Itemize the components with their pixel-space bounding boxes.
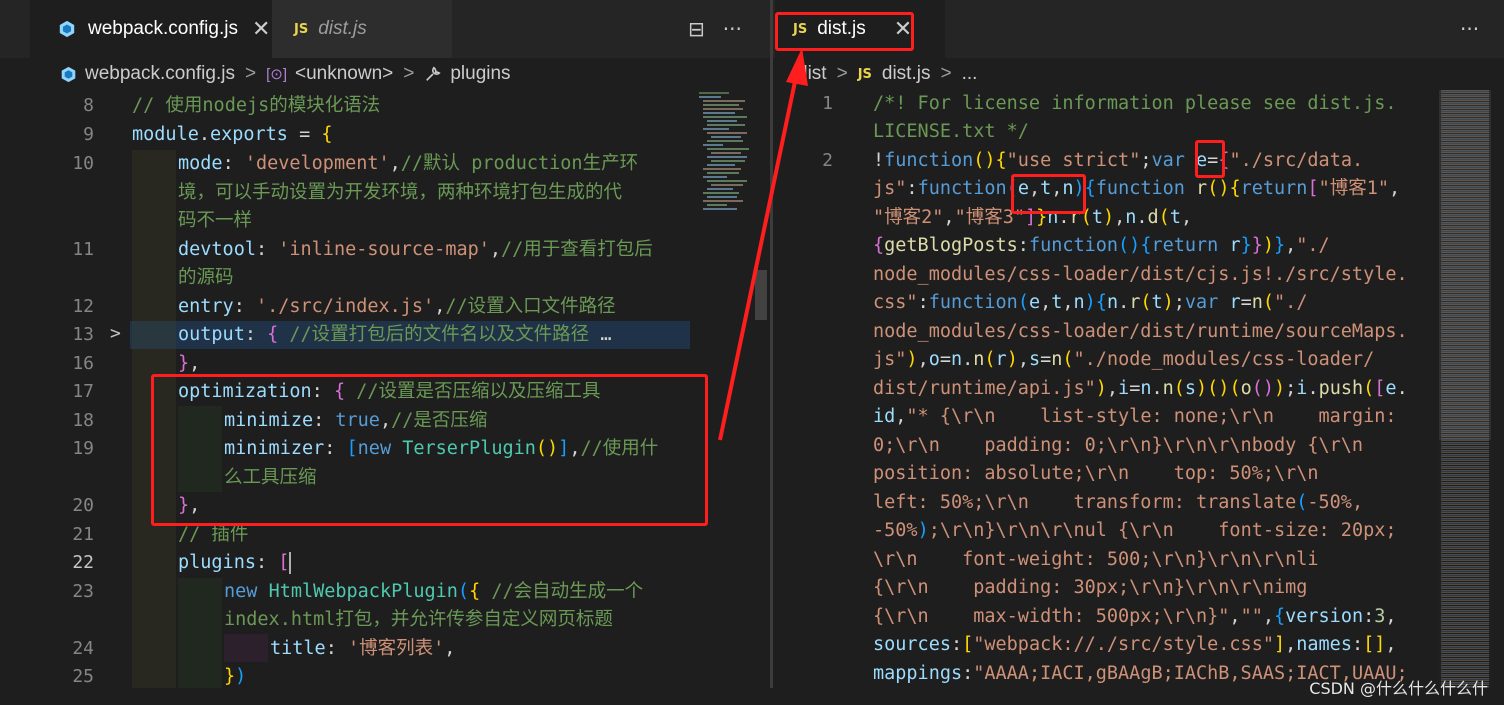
bottom-edge <box>0 688 1504 705</box>
watermark: CSDN @什么什么什么什 <box>1309 679 1488 698</box>
annotation-arrow <box>718 48 808 441</box>
